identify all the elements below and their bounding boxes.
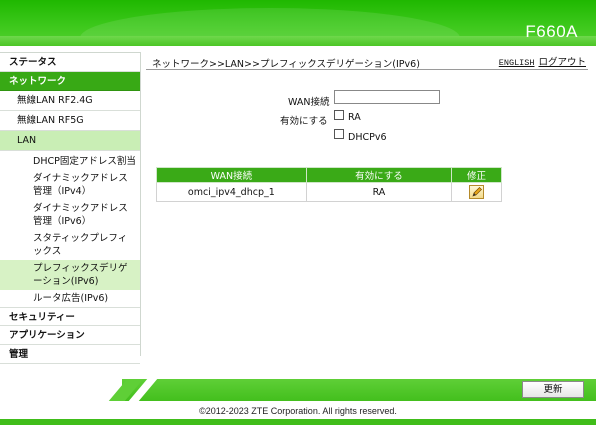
copyright-text: ©2012-2023 ZTE Corporation. All rights r…: [199, 406, 397, 416]
footer-bar-left: [0, 379, 120, 401]
sidebar-leaf-dynamic-ipv4[interactable]: ダイナミックアドレス管理（IPv4）: [0, 170, 140, 200]
table-header-wan: WAN接続: [156, 167, 307, 183]
wan-connection-label: WAN接続: [288, 97, 330, 108]
sidebar-item-security[interactable]: セキュリティー: [0, 307, 140, 326]
sidebar-leaf-dynamic-ipv6[interactable]: ダイナミックアドレス管理（IPv6）: [0, 200, 140, 230]
english-link[interactable]: ENGLISH: [499, 58, 535, 68]
sidebar-item-network[interactable]: ネットワーク: [0, 72, 140, 91]
sidebar-sub-lan[interactable]: LAN: [0, 131, 140, 151]
table-header-edit: 修正: [451, 167, 502, 183]
dhcpv6-checkbox[interactable]: [334, 129, 344, 139]
wan-connection-table: WAN接続 有効にする 修正 omci_ipv4_dhcp_1 RA: [156, 167, 502, 202]
update-button[interactable]: 更新: [522, 381, 584, 398]
header-stripe: [0, 36, 596, 46]
sidebar-sub-wlan-24g[interactable]: 無線LAN RF2.4G: [0, 91, 140, 111]
main-content: ネットワーク>>LAN>>プレフィックスデリゲーション(IPv6) ENGLIS…: [146, 52, 588, 356]
table-header-enable: 有効にする: [305, 167, 453, 183]
table-cell-edit: [451, 182, 502, 202]
footer-bar: [0, 379, 596, 401]
header-banner: F660A: [0, 0, 596, 46]
table-cell-enabled: RA: [305, 182, 453, 202]
table-cell-wan: omci_ipv4_dhcp_1: [156, 182, 307, 202]
sidebar-item-admin[interactable]: 管理: [0, 345, 140, 364]
wan-connection-input[interactable]: [334, 90, 440, 104]
sidebar-leaf-router-advert[interactable]: ルータ広告(IPv6): [0, 290, 140, 307]
bottom-stripe: [0, 419, 596, 425]
ra-label: RA: [348, 112, 361, 123]
breadcrumb-bar: ネットワーク>>LAN>>プレフィックスデリゲーション(IPv6) ENGLIS…: [146, 52, 588, 70]
sidebar-item-application[interactable]: アプリケーション: [0, 326, 140, 345]
breadcrumb: ネットワーク>>LAN>>プレフィックスデリゲーション(IPv6): [152, 59, 420, 70]
table-header-row: WAN接続 有効にする 修正: [156, 167, 502, 183]
enable-label: 有効にする: [280, 116, 328, 127]
ra-checkbox[interactable]: [334, 110, 344, 120]
sidebar-sub-wlan-5g[interactable]: 無線LAN RF5G: [0, 111, 140, 131]
sidebar-leaf-dhcp-fixed[interactable]: DHCP固定アドレス割当: [0, 153, 140, 170]
sidebar-leaf-prefix-delegation[interactable]: プレフィックスデリゲーション(IPv6): [0, 260, 140, 290]
top-links: ENGLISH ログアウト: [495, 54, 586, 68]
pencil-edit-icon[interactable]: [469, 185, 485, 199]
logout-link[interactable]: ログアウト: [538, 57, 586, 68]
sidebar-leaf-static-prefix[interactable]: スタティックプレフィックス: [0, 230, 140, 260]
dhcpv6-label: DHCPv6: [348, 132, 387, 143]
model-name: F660A: [525, 22, 578, 41]
sidebar-item-status[interactable]: ステータス: [0, 53, 140, 72]
table-row: omci_ipv4_dhcp_1 RA: [156, 182, 502, 202]
sidebar-nav: ステータス ネットワーク 無線LAN RF2.4G 無線LAN RF5G LAN…: [0, 52, 141, 364]
